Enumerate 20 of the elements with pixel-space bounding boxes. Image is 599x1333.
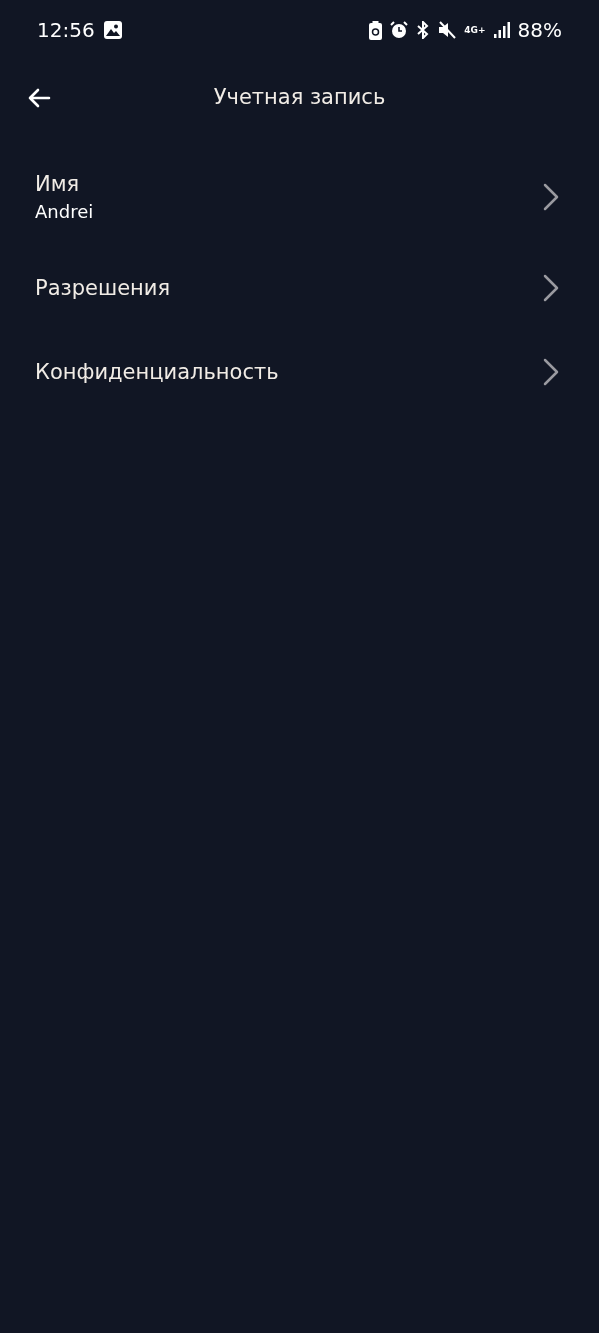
mute-icon xyxy=(438,21,457,39)
item-value: Andrei xyxy=(35,200,94,224)
battery-icon xyxy=(369,20,383,40)
settings-item[interactable]: Конфиденциальность xyxy=(0,330,599,414)
item-label: Разрешения xyxy=(35,275,171,302)
chevron-right-icon xyxy=(543,183,559,211)
chevron-right-icon xyxy=(543,274,559,302)
signal-icon xyxy=(493,22,510,38)
bluetooth-icon xyxy=(416,21,431,39)
settings-item[interactable]: Разрешения xyxy=(0,246,599,330)
network-type: 4G+ xyxy=(464,25,486,35)
battery-level: 88% xyxy=(517,17,562,44)
alarm-icon xyxy=(390,21,409,39)
settings-item[interactable]: Имя Andrei xyxy=(0,148,599,246)
status-time: 12:56 xyxy=(37,17,95,44)
item-label: Конфиденциальность xyxy=(35,359,279,386)
item-label: Имя xyxy=(35,171,81,198)
chevron-right-icon xyxy=(543,358,559,386)
image-icon xyxy=(103,21,122,39)
page-title: Учетная запись xyxy=(213,84,386,112)
